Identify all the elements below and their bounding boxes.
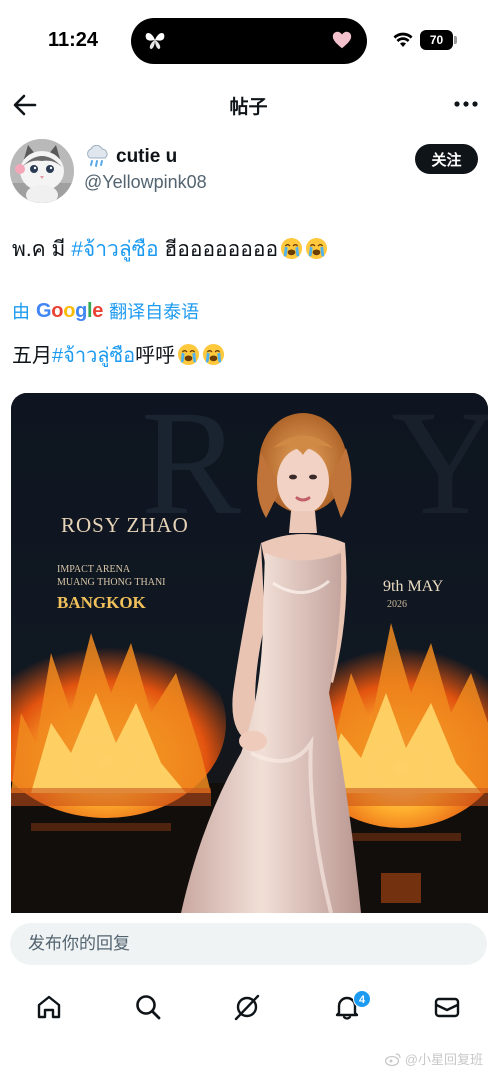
status-bar: 11:24 70 (0, 0, 497, 80)
google-logo: Google (36, 299, 104, 322)
translated-text-part: 呼呼 (135, 345, 176, 367)
rain-cloud-icon (87, 145, 108, 167)
butterfly-icon (145, 33, 165, 49)
crying-face-emoji-icon (203, 343, 225, 366)
poster-year: 2026 (387, 599, 407, 610)
display-name[interactable]: cutie u (116, 146, 177, 168)
heart-icon (332, 31, 352, 49)
bottom-navigation: 4 @小星回复班 (0, 975, 497, 1080)
mail-icon (434, 997, 460, 1018)
nav-search[interactable] (133, 992, 163, 1022)
watermark: @小星回复班 (384, 1049, 483, 1068)
author-name-row: cutie u (84, 145, 177, 169)
concert-poster-artwork: R Y (11, 393, 488, 913)
svg-text:Y: Y (391, 393, 488, 546)
wifi-icon (393, 32, 413, 47)
avatar[interactable] (10, 139, 74, 203)
page-title: 帖子 (229, 97, 268, 118)
crying-face-emoji-icon (281, 237, 303, 260)
post-header: 帖子 (0, 80, 497, 130)
translated-text: 五月#จ้าวลู่ซือ呼呼 (12, 342, 225, 370)
post-text-part: พ.ค มี (12, 238, 72, 261)
battery-indicator: 70 (420, 30, 453, 50)
post-text-part: ฮีออออออออ (158, 238, 279, 261)
hashtag-link[interactable]: #จ้าวลู่ซือ (52, 345, 135, 367)
translated-text-part: 五月 (12, 345, 52, 367)
hashtag-link[interactable]: #จ้าวลู่ซือ (71, 238, 158, 261)
status-time: 11:24 (48, 29, 99, 51)
translate-prefix: 由 (12, 302, 30, 322)
home-icon (37, 995, 61, 1019)
poster-date: 9th MAY (383, 578, 444, 595)
more-options-icon[interactable] (453, 94, 479, 114)
follow-button[interactable]: 关注 (415, 144, 478, 174)
cat-avatar-image (10, 139, 74, 203)
post-image[interactable]: R Y ROSY ZHAO IMPACT ARENA MUANG THONG T… (11, 393, 488, 913)
watermark-text: @小星回复班 (404, 1052, 483, 1067)
poster-city: BANGKOK (57, 593, 146, 612)
crying-face-emoji-icon (306, 237, 328, 260)
translation-attribution[interactable]: 由 Google 翻译自泰语 (12, 298, 199, 324)
nav-home[interactable] (34, 992, 64, 1022)
poster-venue-location: MUANG THONG THANI (57, 577, 166, 588)
weibo-logo-icon (384, 1052, 401, 1066)
crying-face-emoji-icon (178, 343, 200, 366)
poster-venue: IMPACT ARENA (57, 564, 131, 575)
search-icon (136, 995, 161, 1020)
translate-suffix: 翻译自泰语 (109, 302, 200, 322)
poster-artist-name: ROSY ZHAO (61, 513, 189, 537)
user-handle[interactable]: @Yellowpink08 (84, 172, 207, 193)
post-text: พ.ค มี #จ้าวลู่ซือ ฮีออออออออ (12, 236, 328, 264)
battery-cap (454, 36, 457, 44)
reply-input[interactable] (10, 923, 487, 965)
notification-badge: 4 (353, 990, 371, 1008)
dynamic-island (131, 18, 367, 64)
nav-grok[interactable] (232, 992, 262, 1022)
nav-messages[interactable] (432, 992, 462, 1022)
reply-bar (0, 913, 497, 975)
grok-icon (234, 994, 260, 1021)
